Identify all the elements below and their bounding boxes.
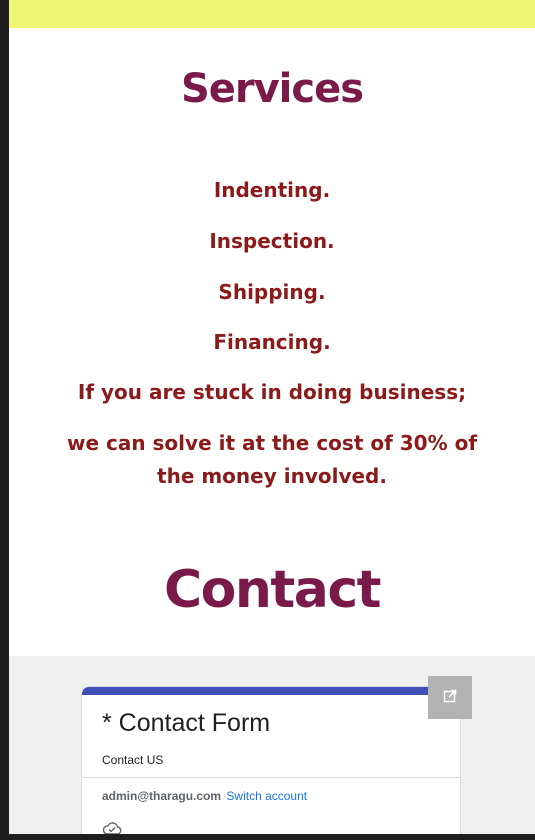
form-accent-bar: [82, 687, 460, 695]
services-heading: Services: [180, 66, 364, 112]
account-email: admin@tharagu.com: [102, 789, 222, 803]
bottom-edge: [0, 834, 535, 840]
service-note-stuck: If you are stuck in doing business;: [77, 380, 467, 404]
form-card: * Contact Form Contact US admin@tharagu.…: [81, 686, 461, 834]
switch-account-link[interactable]: Switch account: [226, 789, 307, 803]
service-inspection: Inspection.: [209, 229, 335, 253]
service-shipping: Shipping.: [218, 280, 326, 304]
service-note-cost: we can solve it at the cost of 30% of th…: [66, 431, 478, 488]
open-in-new-button[interactable]: [428, 676, 472, 719]
form-title: * Contact Form: [102, 709, 271, 737]
service-indenting: Indenting.: [213, 178, 331, 202]
form-divider: [82, 777, 460, 778]
page: Services Indenting. Inspection. Shipping…: [9, 0, 535, 834]
form-description: Contact US: [102, 753, 164, 767]
left-edge: [0, 0, 9, 840]
cloud-check-icon: [102, 820, 122, 834]
contact-form-embed: * Contact Form Contact US admin@tharagu.…: [9, 656, 535, 834]
top-band: [9, 0, 535, 28]
open-in-new-icon: [443, 688, 457, 707]
contact-heading: Contact: [163, 560, 382, 620]
account-row: admin@tharagu.com Switch account: [102, 789, 307, 803]
service-financing: Financing.: [213, 330, 331, 354]
